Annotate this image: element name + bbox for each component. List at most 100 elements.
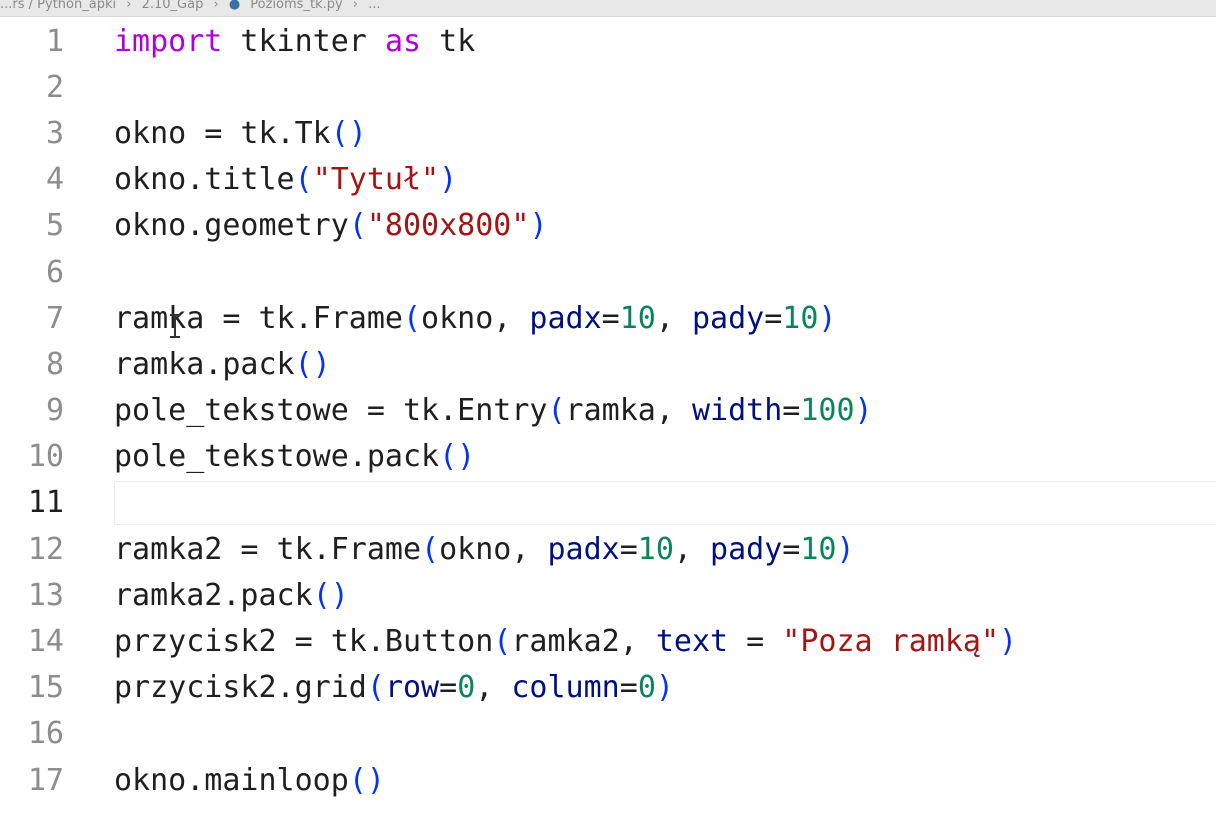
code-line[interactable]: 5 okno.geometry("800x800"): [0, 203, 1216, 249]
breadcrumb-subfolder[interactable]: 2.10_Gap: [142, 0, 204, 12]
code-line[interactable]: 1 import tkinter as tk: [0, 18, 1216, 64]
breadcrumb-separator: ›: [213, 0, 219, 12]
code-token: ramka = tk.Frame: [114, 300, 403, 336]
code-line[interactable]: 14 przycisk2 = tk.Button(ramka2, text = …: [0, 618, 1216, 664]
code-text: pole_tekstowe.pack(): [114, 439, 475, 474]
number-literal: 0: [637, 670, 656, 706]
keyword: import: [114, 23, 223, 59]
breadcrumb-symbol[interactable]: ...: [368, 0, 380, 12]
code-text: ramka.pack(): [114, 347, 331, 382]
paren-open: (: [402, 300, 422, 336]
code-text: ramka2 = tk.Frame(okno, padx=10, pady=10…: [114, 532, 855, 567]
code-line[interactable]: 12 ramka2 = tk.Frame(okno, padx=10, pady…: [0, 526, 1216, 572]
alias: tk: [421, 23, 476, 59]
code-token: okno = tk.Tk: [114, 115, 331, 151]
number-literal: 0: [457, 670, 476, 706]
code-token: pole_tekstowe.pack: [114, 439, 440, 475]
argument: ramka2,: [511, 624, 656, 660]
line-number: 15: [27, 670, 64, 706]
code-line[interactable]: 6: [0, 249, 1216, 295]
code-editor[interactable]: 1 import tkinter as tk 2 3 okno = tk.Tk(…: [0, 18, 1216, 803]
code-text: ramka = tk.Frame(okno, padx=10, pady=10): [114, 301, 836, 336]
code-text: pole_tekstowe = tk.Entry(ramka, width=10…: [114, 393, 873, 428]
parens: (): [330, 115, 367, 151]
operator: =: [728, 624, 783, 660]
keyword-argument: padx: [529, 300, 602, 336]
code-line[interactable]: 7 ramka = tk.Frame(okno, padx=10, pady=1…: [0, 295, 1216, 341]
code-line[interactable]: 15 przycisk2.grid(row=0, column=0): [0, 665, 1216, 711]
argument: okno,: [439, 531, 548, 567]
line-number: 7: [45, 300, 64, 336]
paren-open: (: [421, 531, 440, 567]
line-number: 11: [27, 485, 64, 521]
argument: ramka,: [565, 393, 692, 429]
code-text: okno.title("Tytuł"): [114, 162, 457, 197]
keyword-argument: text: [655, 624, 729, 660]
module-name: tkinter: [222, 23, 385, 59]
parens: (): [439, 439, 476, 475]
code-line[interactable]: 17 okno.mainloop(): [0, 757, 1216, 803]
argument: okno,: [421, 300, 530, 336]
paren-open: (: [294, 162, 313, 198]
paren-open: (: [547, 393, 566, 429]
line-number: 17: [27, 762, 64, 798]
breadcrumb: ...rs / Python_apki › 2.10_Gap › ● Pozio…: [0, 0, 1216, 17]
code-text: okno.geometry("800x800"): [114, 208, 548, 243]
operator: =: [782, 393, 801, 429]
number-literal: 100: [800, 393, 855, 429]
python-file-icon: ●: [228, 0, 241, 12]
code-text: okno = tk.Tk(): [114, 116, 367, 151]
code-text: import tkinter as tk: [114, 24, 475, 59]
line-number: 16: [27, 716, 64, 752]
line-number: 8: [45, 346, 64, 382]
keyword-argument: row: [384, 670, 440, 706]
code-text: ramka2.pack(): [114, 578, 349, 613]
line-number: 12: [27, 531, 64, 567]
number-literal: 10: [782, 300, 819, 336]
paren-close: ): [529, 208, 548, 244]
code-line[interactable]: 10 pole_tekstowe.pack(): [0, 434, 1216, 480]
keyword-argument: pady: [710, 531, 783, 567]
keyword-argument: pady: [691, 300, 765, 336]
code-token: okno.geometry: [114, 208, 349, 244]
operator: =: [764, 300, 783, 336]
operator: =: [601, 300, 620, 336]
keyword-argument: padx: [547, 531, 620, 567]
keyword-argument: column: [511, 670, 620, 706]
code-line[interactable]: 3 okno = tk.Tk(): [0, 110, 1216, 156]
line-number: 6: [45, 254, 64, 290]
line-number: 4: [45, 162, 64, 198]
code-line[interactable]: 9 pole_tekstowe = tk.Entry(ramka, width=…: [0, 388, 1216, 434]
number-literal: 10: [800, 531, 837, 567]
line-number: 9: [45, 393, 64, 429]
string-literal: "Tytuł": [312, 162, 440, 198]
code-line-current[interactable]: 11: [0, 480, 1216, 526]
parens: (): [348, 762, 385, 798]
code-line[interactable]: 13 ramka2.pack(): [0, 572, 1216, 618]
code-token: przycisk2 = tk.Button: [114, 624, 494, 660]
breadcrumb-separator: ›: [126, 0, 132, 12]
number-literal: 10: [637, 531, 674, 567]
line-number: 2: [45, 69, 64, 105]
code-line[interactable]: 4 okno.title("Tytuł"): [0, 157, 1216, 203]
paren-close: ): [439, 162, 458, 198]
operator: =: [619, 670, 638, 706]
paren-close: ): [655, 670, 674, 706]
code-line[interactable]: 16: [0, 711, 1216, 757]
string-literal: "800x800": [366, 208, 530, 244]
code-line[interactable]: 8 ramka.pack(): [0, 341, 1216, 387]
breadcrumb-separator: ›: [352, 0, 358, 12]
breadcrumb-folder[interactable]: ...rs / Python_apki: [0, 0, 116, 12]
comma: ,: [475, 670, 512, 706]
string-literal: "Poza ramką": [782, 624, 1000, 660]
line-number: 5: [45, 208, 64, 244]
paren-open: (: [366, 670, 385, 706]
code-token: pole_tekstowe = tk.Entry: [114, 393, 548, 429]
code-line[interactable]: 2: [0, 64, 1216, 110]
comma: ,: [655, 300, 692, 336]
keyword: as: [384, 23, 422, 59]
breadcrumb-file[interactable]: Pozioms_tk.py: [250, 0, 342, 12]
code-token: okno.mainloop: [114, 762, 349, 798]
code-token: ramka2 = tk.Frame: [114, 531, 422, 567]
code-text: przycisk2 = tk.Button(ramka2, text = "Po…: [114, 624, 1017, 659]
